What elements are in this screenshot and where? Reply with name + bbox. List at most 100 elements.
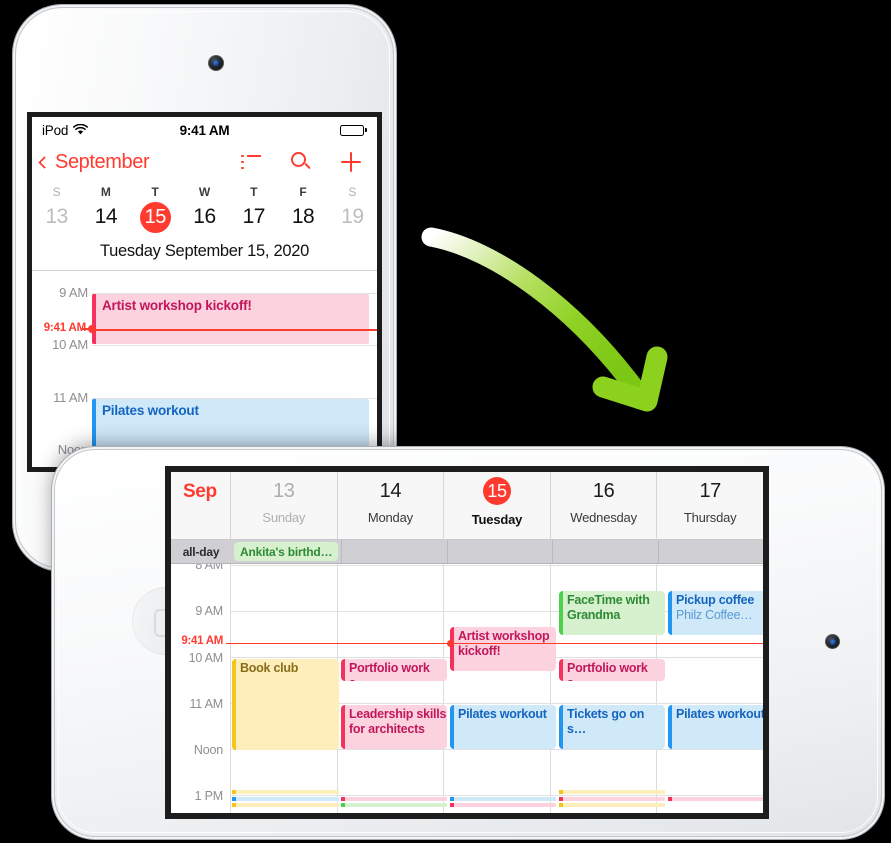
all-day-cell-15[interactable]: [448, 540, 554, 563]
hour-label-noon: Noon: [193, 743, 223, 757]
day-header-14[interactable]: 14 Monday: [338, 472, 445, 539]
ipod-day-grid[interactable]: 9 AM 10 AM 11 AM Noon Artist workshop ki…: [32, 271, 377, 456]
front-camera-icon: [208, 55, 224, 71]
day-number: 16: [592, 480, 615, 502]
all-day-row: all-day Ankita's birthd…: [171, 540, 763, 564]
all-day-event-ankitas-birthday[interactable]: Ankita's birthd…: [234, 542, 339, 561]
selected-date-label: Tuesday September 15, 2020: [32, 240, 377, 271]
day-header-17[interactable]: 17 Thursday: [657, 472, 763, 539]
green-curved-arrow: [415, 215, 685, 420]
event-title: Tickets go on s…: [567, 707, 645, 736]
day-header-16[interactable]: 16 Wednesday: [551, 472, 658, 539]
hour-line-1pm: [231, 795, 763, 796]
plus-icon[interactable]: [341, 152, 361, 172]
day-number: 17: [699, 480, 721, 502]
day-name: Tuesday: [471, 512, 523, 527]
event-leadership-skills-for-architects[interactable]: Leadership skills for architects: [341, 705, 447, 749]
back-button-label: September: [55, 150, 150, 173]
week-dow-row: S M T W T F S: [32, 183, 377, 205]
event-color-bar: [668, 705, 672, 749]
day-name: Monday: [367, 510, 413, 525]
current-time-label: 9:41 AM: [181, 635, 223, 647]
week-day-17[interactable]: 17: [229, 205, 278, 233]
event-title: Pilates workout: [458, 707, 547, 721]
hour-label-10am: 10 AM: [188, 651, 224, 665]
event-pilates-workout-tue[interactable]: Pilates workout: [450, 705, 556, 749]
today-badge: 15: [482, 477, 511, 505]
ipod-status-bar: iPod 9:41 AM: [32, 117, 377, 143]
all-day-label: all-day: [182, 544, 220, 559]
event-color-bar: [450, 627, 454, 671]
event-title: FaceTime with Grandma: [567, 593, 650, 622]
event-pilates-workout-thu[interactable]: Pilates workout: [668, 705, 763, 749]
week-day-16[interactable]: 16: [180, 205, 229, 233]
event-portfolio-work-session-mon[interactable]: Portfolio work s…: [341, 659, 447, 681]
hour-label: 10 AM: [52, 337, 88, 352]
calendar-body[interactable]: 8 AM 9 AM 10 AM 11 AM Noon 1 PM Book clu…: [171, 564, 763, 813]
event-color-bar: [668, 591, 672, 635]
all-day-cell-16[interactable]: [553, 540, 659, 563]
event-facetime-with-grandma[interactable]: FaceTime with Grandma: [559, 591, 665, 635]
list-icon[interactable]: [241, 154, 261, 170]
dow-label: S: [52, 185, 61, 199]
event-book-club[interactable]: Book club: [232, 659, 339, 750]
event-tickets-go-on-sale[interactable]: Tickets go on s…: [559, 705, 665, 749]
week-day-15-selected[interactable]: 15: [131, 202, 180, 240]
all-day-cell-14[interactable]: [342, 540, 448, 563]
event-title: Leadership skills for architects: [349, 707, 447, 736]
event-pickup-coffee[interactable]: Pickup coffee Philz Coffee…: [668, 591, 763, 635]
strip-event-tue-a[interactable]: [450, 797, 556, 801]
dow-label: W: [198, 185, 211, 199]
hour-label-11am: 11 AM: [189, 697, 223, 711]
event-portfolio-work-session-wed[interactable]: Portfolio work s…: [559, 659, 665, 681]
event-color-bar: [450, 705, 454, 749]
event-artist-workshop-kickoff[interactable]: Artist workshop kickoff!: [92, 294, 369, 344]
strip-event-thu-a[interactable]: [668, 797, 763, 801]
event-pilates-workout[interactable]: Pilates workout: [92, 399, 369, 447]
front-camera-icon: [825, 634, 840, 649]
strip-event-tue-b[interactable]: [450, 803, 556, 807]
event-title: Portfolio work s…: [349, 661, 430, 681]
strip-event-mon-b[interactable]: [341, 803, 447, 807]
strip-event-wed-a[interactable]: [559, 790, 665, 794]
event-title: Pickup coffee: [676, 593, 755, 607]
event-title: Portfolio work s…: [567, 661, 648, 681]
all-day-cell-13[interactable]: Ankita's birthd…: [231, 540, 343, 563]
week-day-13[interactable]: 13: [32, 205, 81, 233]
week-day-14[interactable]: 14: [81, 205, 130, 233]
day-name: Sunday: [262, 510, 306, 525]
event-color-bar: [559, 659, 563, 681]
back-button[interactable]: September: [38, 150, 150, 174]
event-color-bar: [341, 705, 345, 749]
month-label: Sep: [183, 481, 217, 502]
event-artist-workshop-kickoff[interactable]: Artist workshop kickoff!: [450, 627, 556, 671]
strip-event-wed-c[interactable]: [559, 803, 665, 807]
strip-event-sun-a[interactable]: [232, 790, 339, 794]
strip-event-mon-a[interactable]: [341, 797, 447, 801]
all-day-cell-17[interactable]: [659, 540, 763, 563]
event-title: Artist workshop kickoff!: [102, 298, 252, 313]
ipod-screen: iPod 9:41 AM September S M T W T F S 13 …: [27, 112, 382, 472]
day-column-14[interactable]: [338, 564, 445, 813]
header-gutter: Sep: [171, 472, 231, 539]
dow-label: S: [348, 185, 357, 199]
search-icon[interactable]: [291, 152, 311, 172]
strip-event-wed-b[interactable]: [559, 797, 665, 801]
day-header-15-today[interactable]: 15 Tuesday: [444, 472, 551, 539]
day-column-15[interactable]: [444, 564, 551, 813]
day-header-13[interactable]: 13 Sunday: [231, 472, 338, 539]
dow-label: T: [250, 185, 258, 199]
event-color-bar: [92, 294, 96, 344]
dow-label: F: [299, 185, 307, 199]
strip-event-sun-c[interactable]: [232, 803, 339, 807]
event-title: Pilates workout: [676, 707, 763, 721]
hour-label: 11 AM: [53, 390, 88, 405]
week-day-18[interactable]: 18: [278, 205, 327, 233]
hour-label: 9 AM: [59, 285, 88, 300]
event-color-bar: [559, 705, 563, 749]
week-day-19[interactable]: 19: [328, 205, 377, 233]
dow-label: M: [100, 185, 111, 199]
strip-event-sun-b[interactable]: [232, 797, 339, 801]
current-time-label: 9:41 AM: [43, 322, 86, 334]
day-name: Wednesday: [570, 510, 637, 525]
